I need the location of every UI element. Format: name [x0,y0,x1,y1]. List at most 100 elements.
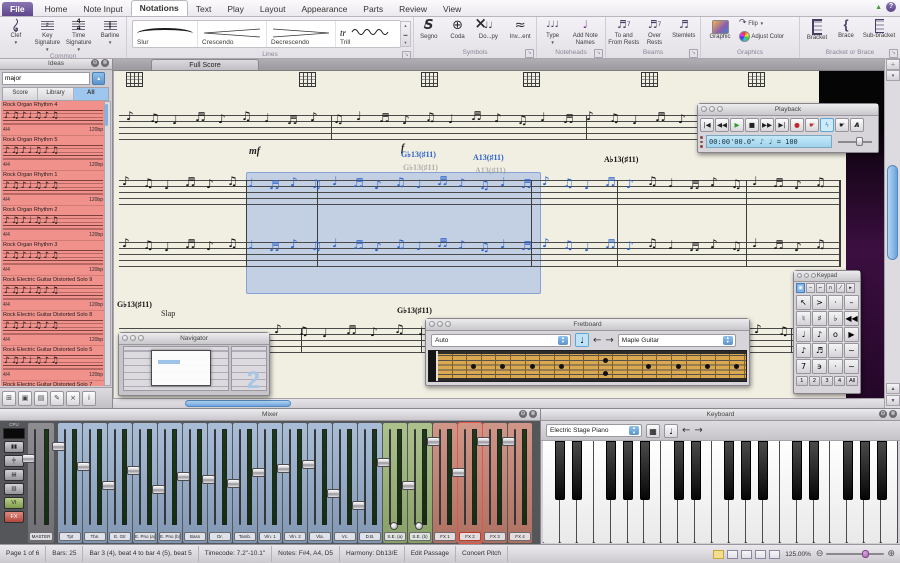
fader-handle[interactable] [377,458,390,467]
barline[interactable] [617,180,618,267]
document-view-icon-1[interactable] [713,550,724,559]
note[interactable]: ♬ [605,176,616,188]
note[interactable]: ♪ [122,237,130,249]
narrow-strips-button[interactable]: ▤ [4,469,24,481]
segno-button[interactable]: S∕ Segno [415,18,443,41]
guitar-chord-diagram[interactable] [748,72,765,87]
crescendo-button[interactable]: Crescendo [198,21,267,47]
note[interactable]: ♩ [264,112,270,124]
piano-black-key[interactable] [758,441,768,500]
mixer-channel-strip[interactable]: MASTER [28,423,54,543]
effects-button[interactable]: FX [4,511,24,523]
note[interactable]: ♬ [521,240,532,252]
note[interactable]: ♩ [322,327,328,339]
note[interactable]: ♬ [689,179,700,191]
keypad-key-r1c4[interactable]: – [844,295,859,310]
note[interactable]: ♫ [395,238,406,250]
note[interactable]: ♪ [310,111,318,123]
note[interactable]: ♫ [778,325,789,337]
mixer-channel-strip[interactable]: FX 4 [508,423,532,543]
channel-label[interactable]: Vc. [334,532,356,541]
keypad-key-r3c1[interactable]: ♩ [796,327,811,342]
note[interactable]: ♫ [517,114,528,126]
note[interactable]: ♪ [206,178,214,190]
mixer-channel-strip[interactable]: E. Pno (a) [133,423,157,543]
note[interactable]: ♩ [172,114,178,126]
note[interactable]: ♩ [248,177,254,189]
note[interactable]: ♫ [731,178,742,190]
channel-label[interactable]: E. Pno (b) [159,532,181,541]
note[interactable]: ♫ [149,112,160,124]
keypad-key-r1c3[interactable]: · [828,295,843,310]
note[interactable]: ♪ [626,178,634,190]
idea-item[interactable]: Rock Organ Rhythm 5♪♫♪♩♫♪♫4/4120bp [1,136,105,171]
beam-to-from-rests-button[interactable]: ♬7 To and From Rests [608,18,639,47]
note[interactable]: ♬ [563,113,574,125]
note[interactable]: ♩ [416,240,422,252]
fader-handle[interactable] [327,489,340,498]
piano-black-key[interactable] [860,441,870,500]
keypad-page-tab-3[interactable]: 3 [821,376,833,386]
fader-handle[interactable] [277,464,290,473]
channel-label[interactable]: Dr. [209,532,231,541]
note[interactable]: ♩ [418,325,424,337]
fader-handle[interactable] [402,481,415,490]
playback-mini-buttons[interactable] [700,136,704,148]
piano-black-key[interactable] [877,441,887,500]
close-panel-icon[interactable]: ⊗ [529,410,537,418]
keypad-key-r4c3[interactable]: · [828,343,843,358]
note[interactable]: ♩ [668,177,674,189]
tempo-slider[interactable] [838,141,872,143]
play-button[interactable]: ▶ [730,118,744,132]
keypad-key-r1c1[interactable]: ↖ [796,295,811,310]
keypad-key-r2c4[interactable]: ◀◀ [844,311,859,326]
note[interactable]: ♬ [471,110,482,122]
idea-info-button[interactable]: i [82,391,96,406]
vertical-scrollbar[interactable]: ＋ ▾ ▲ ▼ [884,58,900,408]
ribbon-tab-notations[interactable]: Notations [131,0,188,16]
fretboard-neck[interactable] [428,350,747,382]
minimize-ribbon-icon[interactable]: ▲ [875,4,882,11]
keypad-key-r5c2[interactable]: ϶ [812,359,827,374]
note[interactable]: ♩ [632,114,638,126]
note[interactable]: ♫ [311,178,322,190]
edit-idea-button[interactable]: ✎ [50,391,64,406]
dialog-launcher-icon[interactable]: ↘ [889,49,898,58]
note[interactable]: ♬ [269,241,280,253]
keypad-key-r2c2[interactable]: ♯ [812,311,827,326]
keypad-key-r3c3[interactable]: o [828,327,843,342]
note[interactable]: ♬ [353,177,364,189]
note[interactable]: ♪ [126,110,134,122]
channel-label[interactable]: Tamb. [234,532,256,541]
note[interactable]: ♬ [379,112,390,124]
note[interactable]: ♪ [370,326,378,338]
zoom-window-icon[interactable] [717,106,723,112]
fader-handle[interactable] [152,485,165,494]
keypad-page-tab-1[interactable]: 1 [796,376,808,386]
ribbon-tab-play[interactable]: Play [219,2,252,16]
mixer-channel-strip[interactable]: E. Pno (b) [158,423,182,543]
barline-button[interactable]: ‖ Barline ▼ [95,18,126,45]
trill-button[interactable]: tr Trill [336,21,402,47]
note[interactable]: ♫ [395,176,406,188]
note[interactable]: ♬ [605,238,616,250]
ideas-scrollbar-thumb[interactable] [105,104,108,126]
idea-item[interactable]: Rock Electric Guitar Distorted Solo 7♪♫♪… [1,381,105,386]
note[interactable]: ♬ [689,241,700,253]
note[interactable]: ♪ [374,179,382,191]
piano-black-key[interactable] [674,441,684,500]
fast-forward-button[interactable]: ▶▶ [760,118,774,132]
mixer-channel-strip[interactable]: Vln. 1 [258,423,282,543]
note[interactable]: ♪ [794,179,802,191]
sub-bracket-button[interactable]: Sub-bracket [862,18,896,40]
note[interactable]: ♫ [563,239,574,251]
fader-handle[interactable] [252,468,265,477]
ribbon-tab-file[interactable]: File [2,2,33,16]
fader-handle[interactable] [502,437,515,446]
keypad-key-r5c4[interactable]: ~ [844,359,859,374]
note[interactable]: ♬ [773,177,784,189]
keypad-key-r4c1[interactable]: ♪ [796,343,811,358]
previous-arrow-icon[interactable]: ← [682,425,690,436]
keypad-key-r2c1[interactable]: ♮ [796,311,811,326]
note[interactable]: ♪ [206,240,214,252]
